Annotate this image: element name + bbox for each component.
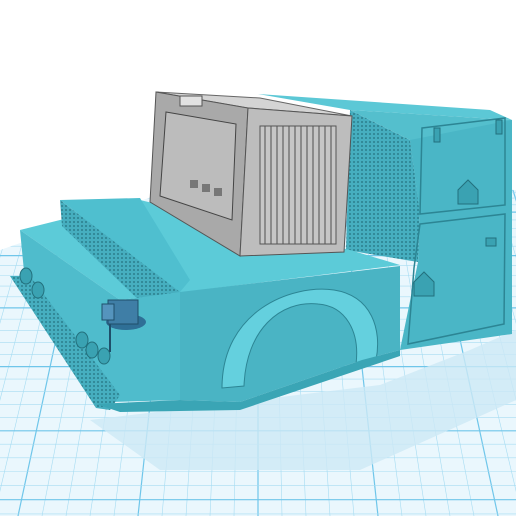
3d-viewport[interactable] [0,0,516,516]
scene-canvas[interactable] [0,0,516,516]
lifting-hook [179,95,203,107]
